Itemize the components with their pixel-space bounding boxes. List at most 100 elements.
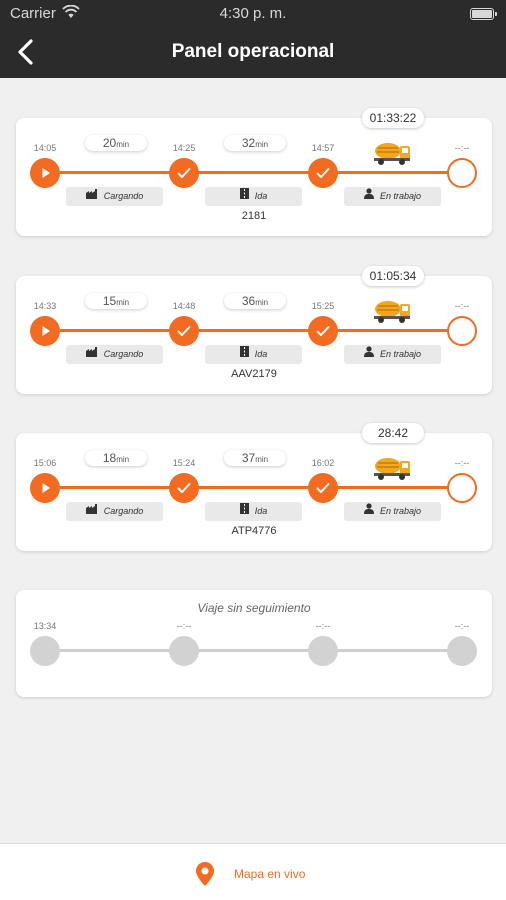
battery-icon [470,8,497,20]
trip-duration-badge: 28:42 [362,423,424,443]
time-label-start: 14:33 [33,301,57,311]
time-label-loaded: 14:25 [172,143,196,153]
worker-icon [363,345,374,364]
timeline-progress-line [60,171,448,174]
worker-icon [363,502,374,521]
factory-icon [85,502,98,521]
time-label-start: 13:34 [33,621,57,631]
stage-node-loaded[interactable] [169,158,199,188]
timeline-progress-line [60,329,448,332]
vehicle-plate: ATP4776 [231,525,277,537]
vehicle-plate: AAV2179 [231,368,277,380]
timeline-progress-line [60,486,448,489]
stage-pill-loading: Cargando [66,187,163,206]
stage-node-departed[interactable] [308,158,338,188]
time-label-end: --:-- [454,143,470,153]
check-icon [316,326,330,336]
segment-duration-pill: 20min [85,135,147,151]
stage-node-departed[interactable] [308,636,338,666]
stage-pill-working: En trabajo [344,187,441,206]
check-icon [177,483,191,493]
trip-duration-badge: 01:05:34 [362,266,424,286]
trip-duration-badge: 01:33:22 [362,108,424,128]
stage-node-loaded[interactable] [169,636,199,666]
stage-label: Ida [254,191,268,201]
stage-label: En trabajo [379,191,422,201]
stage-node-loaded[interactable] [169,316,199,346]
segment-duration-pill: 32min [224,135,286,151]
time-label-departed: 14:57 [311,143,335,153]
stage-node-start[interactable] [30,636,60,666]
time-label-loaded: 14:48 [172,301,196,311]
stage-label: En trabajo [379,506,422,516]
stage-pill-outbound: Ida [205,187,302,206]
time-label-end: --:-- [454,301,470,311]
stage-node-start[interactable] [30,473,60,503]
play-icon [42,326,50,336]
stage-label: Cargando [103,506,144,516]
time-label-end: --:-- [454,621,470,631]
worker-icon [363,187,374,206]
stage-node-loaded[interactable] [169,473,199,503]
check-icon [316,483,330,493]
time-label-start: 15:06 [33,458,57,468]
stage-node-end[interactable] [447,316,477,346]
stage-pill-outbound: Ida [205,502,302,521]
stage-node-departed[interactable] [308,316,338,346]
time-label-departed: --:-- [315,621,331,631]
untracked-trip-title: Viaje sin seguimiento [197,601,311,615]
stage-node-departed[interactable] [308,473,338,503]
timeline-line [60,649,448,652]
factory-icon [85,345,98,364]
status-time: 4:30 p. m. [219,5,287,22]
road-icon [239,345,249,364]
concrete-mixer-truck-icon [372,140,412,166]
check-icon [177,326,191,336]
play-icon [42,483,50,493]
untracked-trip-card[interactable]: Viaje sin seguimiento 13:34 --:-- --:-- … [16,590,492,697]
check-icon [316,168,330,178]
road-icon [239,187,249,206]
segment-duration-pill: 15min [85,293,147,309]
check-icon [177,168,191,178]
time-label-end: --:-- [454,458,470,468]
status-bar: Carrier 4:30 p. m. [0,0,506,28]
road-icon [239,502,249,521]
nav-bar: Panel operacional [0,28,506,78]
stage-label: Ida [254,506,268,516]
stage-node-end[interactable] [447,636,477,666]
concrete-mixer-truck-icon [372,455,412,481]
bottom-bar: Mapa en vivo [0,843,506,900]
segment-duration-pill: 36min [224,293,286,309]
trip-card[interactable]: 01:05:34 14:33 14:48 15:25 --:-- 15min 3… [16,266,492,394]
trip-card[interactable]: 28:42 15:06 15:24 16:02 --:-- 18min 37mi… [16,423,492,551]
stage-label: En trabajo [379,349,422,359]
factory-icon [85,187,98,206]
time-label-start: 14:05 [33,143,57,153]
time-label-loaded: 15:24 [172,458,196,468]
concrete-mixer-truck-icon [372,298,412,324]
stage-node-start[interactable] [30,158,60,188]
play-icon [42,168,50,178]
stage-node-end[interactable] [447,158,477,188]
map-pin-icon [196,862,214,886]
stage-label: Cargando [103,191,144,201]
stage-pill-working: En trabajo [344,345,441,364]
stage-node-start[interactable] [30,316,60,346]
stage-label: Cargando [103,349,144,359]
stage-pill-loading: Cargando [66,502,163,521]
vehicle-plate: 2181 [241,210,267,222]
page-title: Panel operacional [171,41,335,62]
stage-pill-loading: Cargando [66,345,163,364]
time-label-departed: 15:25 [311,301,335,311]
trip-card[interactable]: 01:33:22 14:05 14:25 14:57 --:-- 20min 3… [16,108,492,236]
segment-duration-pill: 37min [224,450,286,466]
live-map-label: Mapa en vivo [234,867,306,881]
segment-duration-pill: 18min [85,450,147,466]
time-label-loaded: --:-- [176,621,192,631]
stage-label: Ida [254,349,268,359]
time-label-departed: 16:02 [311,458,335,468]
stage-node-end[interactable] [447,473,477,503]
stage-pill-outbound: Ida [205,345,302,364]
stage-pill-working: En trabajo [344,502,441,521]
